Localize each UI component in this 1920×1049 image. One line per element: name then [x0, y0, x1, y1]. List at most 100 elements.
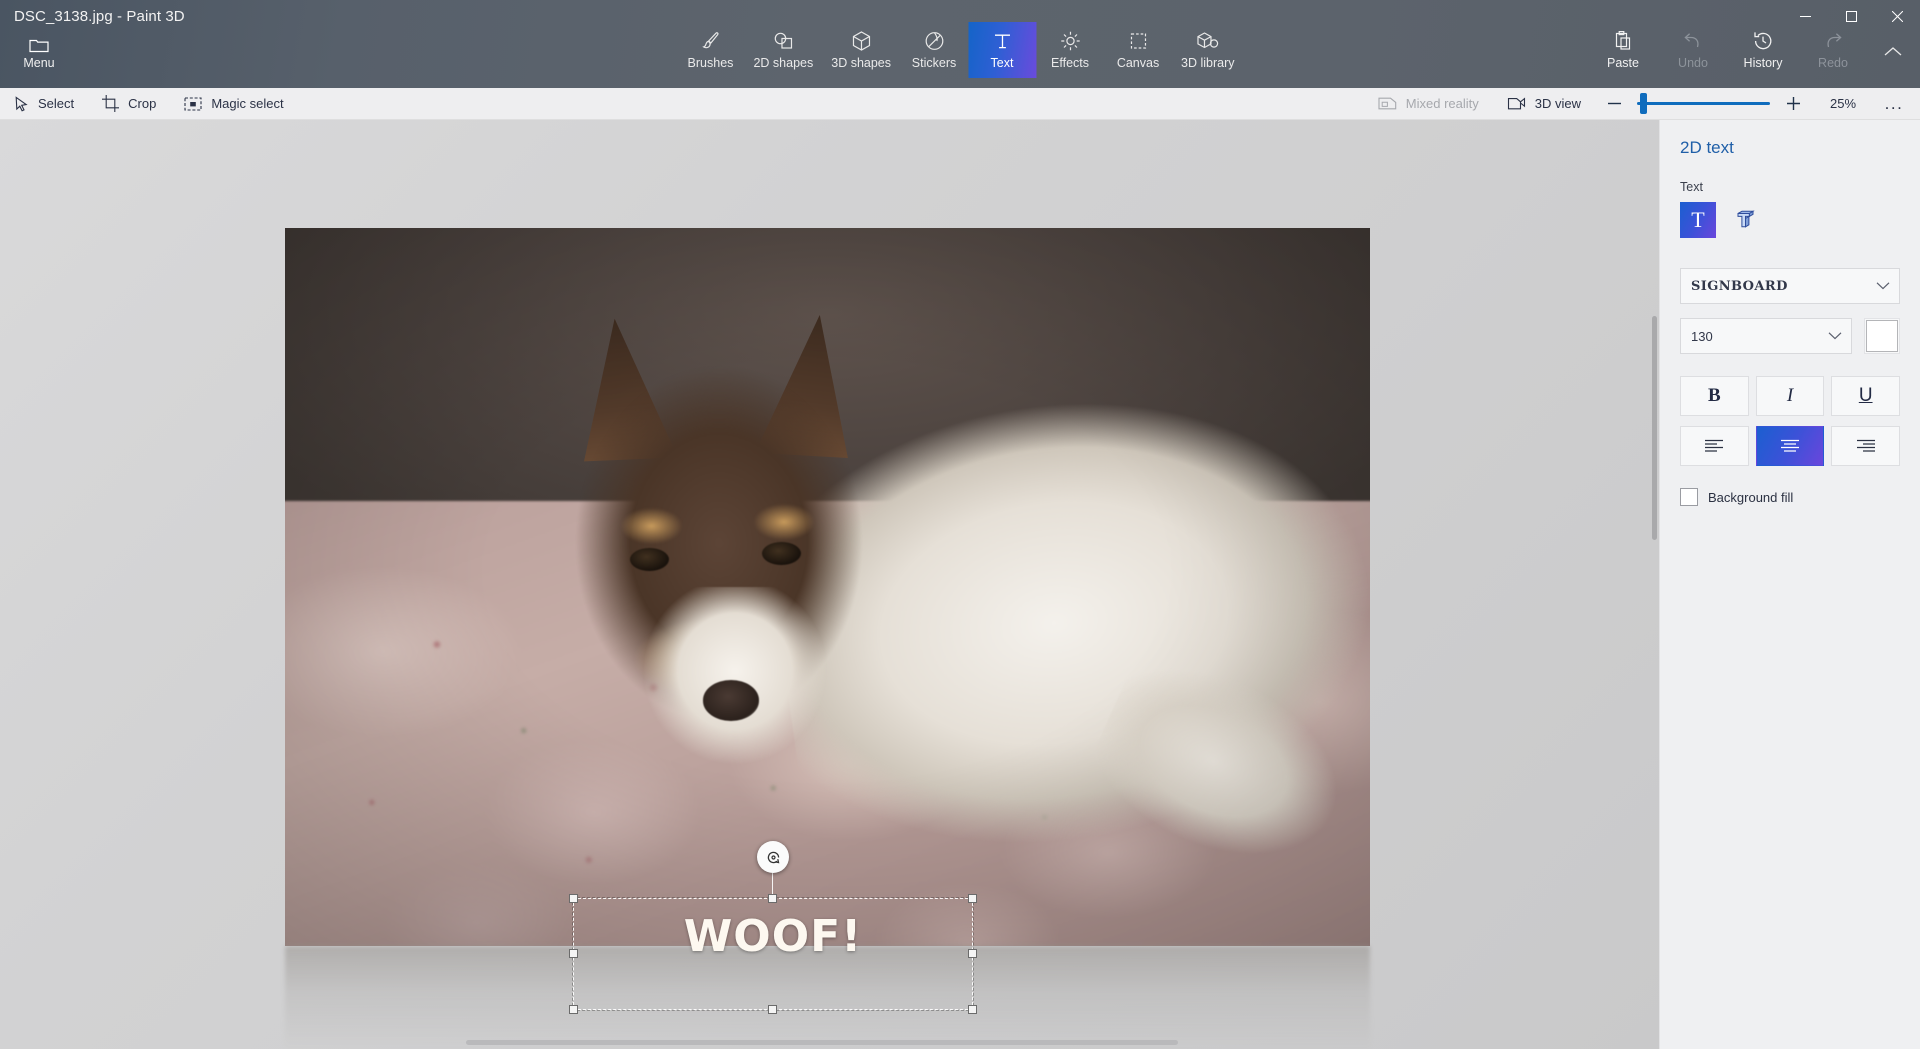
font-size-row: 130	[1680, 318, 1900, 354]
sub-toolbar: Select Crop Magic select Mixed reality 3…	[0, 88, 1920, 120]
redo-button-label: Redo	[1818, 56, 1848, 70]
title-right-tools: Paste Undo History Redo	[1588, 22, 1868, 78]
mixed-reality-icon	[1378, 96, 1397, 111]
crop-icon	[102, 95, 120, 112]
handle-bottom-center[interactable]	[768, 1005, 777, 1014]
undo-button[interactable]: Undo	[1658, 22, 1728, 78]
crop-tool-label: Crop	[128, 96, 157, 111]
menu-button-label: Menu	[23, 55, 55, 70]
font-size-select[interactable]: 130	[1680, 318, 1852, 354]
zoom-in-button[interactable]	[1774, 88, 1812, 120]
tab-brushes[interactable]: Brushes	[676, 22, 744, 78]
text-align-buttons	[1680, 426, 1901, 466]
tab-effects-label: Effects	[1051, 56, 1089, 70]
magic-select-tool[interactable]: Magic select	[170, 88, 297, 120]
more-options-button[interactable]: ...	[1874, 94, 1914, 114]
tab-stickers[interactable]: Stickers	[900, 22, 968, 78]
history-button[interactable]: History	[1728, 22, 1798, 78]
text-color-swatch	[1866, 320, 1898, 352]
title-bar: DSC_3138.jpg - Paint 3D Menu Brushes 2D …	[0, 0, 1920, 88]
text-icon	[991, 30, 1013, 52]
3d-text-icon	[1733, 207, 1759, 233]
3d-view-label: 3D view	[1534, 96, 1581, 111]
2d-shapes-icon	[771, 30, 795, 52]
font-family-select[interactable]: SIGNBOARD	[1680, 268, 1900, 304]
tab-3d-library-label: 3D library	[1181, 56, 1235, 70]
history-button-label: History	[1743, 56, 1783, 70]
rotate-handle[interactable]	[757, 841, 789, 873]
3d-text-button[interactable]	[1728, 202, 1764, 238]
handle-middle-right[interactable]	[968, 949, 977, 958]
canvas-icon	[1127, 30, 1149, 52]
underline-button[interactable]: U	[1831, 376, 1901, 416]
tab-text-label: Text	[990, 56, 1014, 70]
folder-icon	[29, 37, 49, 53]
handle-top-center[interactable]	[768, 894, 777, 903]
zoom-slider[interactable]	[1637, 88, 1770, 120]
magic-select-tool-label: Magic select	[211, 96, 284, 111]
italic-button[interactable]: I	[1755, 376, 1825, 416]
panel-title: 2D text	[1680, 138, 1734, 157]
font-family-value: SIGNBOARD	[1691, 278, 1788, 294]
canvas-stage[interactable]: WOOF!	[0, 120, 1659, 1049]
collapse-ribbon-button[interactable]	[1878, 38, 1908, 64]
mixed-reality-button[interactable]: Mixed reality	[1364, 88, 1493, 120]
vertical-scrollbar[interactable]	[1652, 316, 1657, 540]
align-center-button[interactable]	[1755, 426, 1825, 466]
tab-3d-shapes[interactable]: 3D shapes	[822, 22, 900, 78]
redo-button[interactable]: Redo	[1798, 22, 1868, 78]
paste-button[interactable]: Paste	[1588, 22, 1658, 78]
rotate-icon	[764, 848, 783, 867]
sticker-icon	[923, 30, 945, 52]
menu-button[interactable]: Menu	[9, 28, 69, 78]
align-right-button[interactable]	[1831, 426, 1901, 466]
brush-icon	[699, 30, 721, 52]
2d-text-button[interactable]: T	[1680, 202, 1716, 238]
undo-button-label: Undo	[1678, 56, 1708, 70]
paste-button-label: Paste	[1607, 56, 1639, 70]
canvas-text-value[interactable]: WOOF!	[574, 911, 972, 962]
artboard[interactable]	[285, 228, 1370, 946]
2d-text-icon: T	[1691, 207, 1705, 232]
tab-canvas-label: Canvas	[1116, 56, 1160, 70]
text-color-button[interactable]	[1864, 318, 1900, 354]
handle-bottom-right[interactable]	[968, 1005, 977, 1014]
chevron-up-icon	[1884, 46, 1902, 57]
zoom-slider-knob[interactable]	[1640, 93, 1647, 114]
3d-view-icon	[1507, 96, 1526, 111]
tab-2d-shapes-label: 2D shapes	[753, 56, 814, 70]
close-button[interactable]	[1874, 0, 1920, 32]
effects-icon	[1059, 30, 1081, 52]
zoom-slider-track	[1637, 102, 1770, 105]
history-icon	[1752, 30, 1774, 52]
background-fill-row[interactable]: Background fill	[1680, 488, 1900, 506]
crop-tool[interactable]: Crop	[88, 88, 170, 120]
align-left-button[interactable]	[1680, 426, 1749, 466]
tab-canvas[interactable]: Canvas	[1104, 22, 1172, 78]
zoom-out-button[interactable]	[1595, 88, 1633, 120]
tab-2d-shapes[interactable]: 2D shapes	[744, 22, 822, 78]
background-fill-checkbox[interactable]	[1680, 488, 1698, 506]
select-tool[interactable]: Select	[0, 88, 88, 120]
zoom-percentage: 25%	[1829, 96, 1857, 111]
text-style-buttons: B I U	[1680, 376, 1901, 416]
tab-3d-library[interactable]: 3D library	[1172, 22, 1244, 78]
tab-effects[interactable]: Effects	[1036, 22, 1104, 78]
mixed-reality-label: Mixed reality	[1405, 96, 1479, 111]
text-type-label: Text	[1680, 180, 1703, 194]
font-size-value: 130	[1691, 328, 1713, 344]
bold-button[interactable]: B	[1680, 376, 1749, 416]
handle-bottom-left[interactable]	[569, 1005, 578, 1014]
text-properties-panel: 2D text Text T SIGNBOARD 130 B I U Backg…	[1659, 120, 1920, 1049]
handle-top-right[interactable]	[968, 894, 977, 903]
handle-middle-left[interactable]	[569, 949, 578, 958]
tab-stickers-label: Stickers	[911, 56, 957, 70]
3d-view-button[interactable]: 3D view	[1493, 88, 1595, 120]
tab-text[interactable]: Text	[968, 22, 1037, 78]
handle-top-left[interactable]	[569, 894, 578, 903]
text-selection-box[interactable]: WOOF!	[569, 841, 977, 1014]
text-type-buttons: T	[1680, 202, 1900, 238]
zoom-controls: 25% ...	[1595, 88, 1920, 120]
3d-shapes-icon	[850, 30, 872, 52]
horizontal-scrollbar[interactable]	[466, 1040, 1178, 1045]
